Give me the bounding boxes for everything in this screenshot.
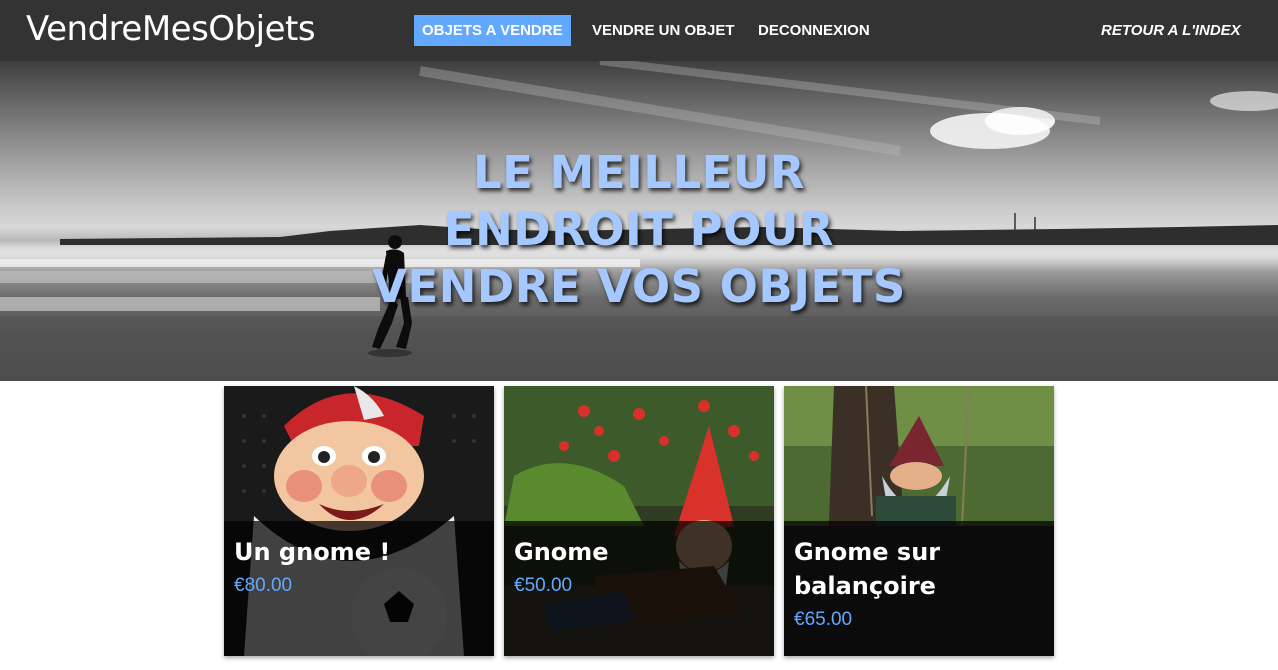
hero-headline-line: LE MEILLEUR bbox=[472, 146, 806, 199]
hero-banner: LE MEILLEUR ENDROIT POUR VENDRE VOS OBJE… bbox=[0, 61, 1278, 381]
brand-link[interactable]: VendreMesObjets bbox=[26, 9, 316, 49]
nav-item-objets-a-vendre[interactable]: OBJETS A VENDRE bbox=[414, 15, 571, 46]
product-title[interactable]: Gnome sur balançoire bbox=[794, 535, 1044, 603]
nav-item-vendre-un-objet[interactable]: VENDRE UN OBJET bbox=[584, 15, 743, 46]
hero-headline-line: ENDROIT POUR bbox=[443, 203, 835, 256]
top-navbar: VendreMesObjets OBJETS A VENDRE VENDRE U… bbox=[0, 0, 1278, 61]
product-price: €80.00 bbox=[234, 575, 293, 596]
product-card[interactable]: Gnome €50.00 bbox=[504, 386, 774, 656]
nav-item-retour-index[interactable]: RETOUR A L'INDEX bbox=[1093, 15, 1249, 46]
product-card[interactable]: Gnome sur balançoire €65.00 bbox=[784, 386, 1054, 656]
product-title[interactable]: Un gnome ! bbox=[234, 535, 484, 569]
nav-item-deconnexion[interactable]: DECONNEXION bbox=[750, 15, 878, 46]
product-price: €50.00 bbox=[514, 575, 573, 596]
hero-headline-line: VENDRE VOS OBJETS bbox=[372, 260, 906, 313]
product-caption: Gnome €50.00 bbox=[504, 521, 774, 656]
product-card[interactable]: Un gnome ! €80.00 bbox=[224, 386, 494, 656]
product-price: €65.00 bbox=[794, 609, 853, 630]
hero-headline: LE MEILLEUR ENDROIT POUR VENDRE VOS OBJE… bbox=[0, 144, 1278, 315]
product-title[interactable]: Gnome bbox=[514, 535, 764, 569]
product-caption: Gnome sur balançoire €65.00 bbox=[784, 521, 1054, 656]
product-caption: Un gnome ! €80.00 bbox=[224, 521, 494, 656]
